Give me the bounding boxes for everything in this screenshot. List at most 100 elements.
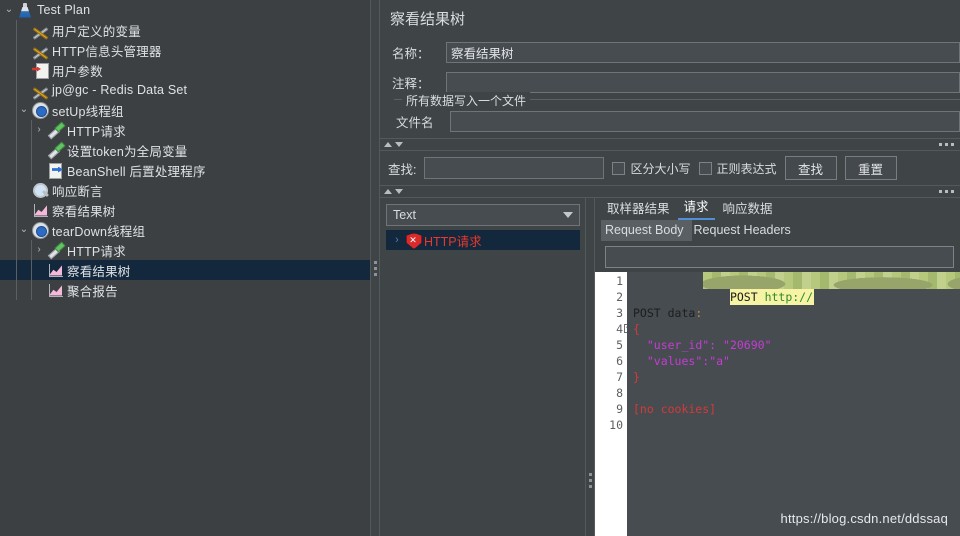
splitbar-arrows[interactable] [384,142,403,147]
json-open-brace: { [633,322,640,336]
indent-spacer [2,20,16,40]
main-tab-0[interactable]: 取样器结果 [601,196,676,220]
twisty-icon[interactable] [17,60,31,80]
twisty-icon[interactable] [32,140,46,160]
line-number-4: 4− [595,321,633,337]
comment-input[interactable] [446,71,960,93]
test-plan-tree[interactable]: ⌄ Test Plan 用户定义的变量 HTTP信息头管理器 用户参数 jp@gc - R… [0,0,370,536]
twisty-icon[interactable] [32,280,46,300]
post-data-colon: : [695,306,703,320]
twisty-icon[interactable]: ⌄ [2,0,16,20]
tree-item-12[interactable]: › HTTP请求 [0,240,370,260]
tree-item-9[interactable]: 响应断言 [0,180,370,200]
sampler-result-list[interactable]: › HTTP请求 [380,230,585,250]
page-title: 察看结果树 [390,11,466,28]
indent-spacer [2,180,16,200]
detail-main-tabs[interactable]: 取样器结果 请求 响应数据 [595,198,960,220]
chart-icon [47,262,64,279]
code-line-7: } [633,369,960,385]
twisty-icon[interactable]: ⌄ [17,100,31,120]
renderer-select[interactable]: Text [386,204,580,226]
tree-item-8[interactable]: BeanShell 后置处理程序 [0,160,370,180]
json-key-user-id: "user_id" [646,338,710,352]
twisty-icon[interactable] [32,160,46,180]
regex-checkbox[interactable]: 正则表达式 [698,160,777,177]
collapse-down-icon[interactable] [395,142,403,147]
no-cookies-text: [no cookies] [633,402,717,416]
tree-item-4[interactable]: jp@gc - Redis Data Set [0,80,370,100]
tree-item-14[interactable]: 聚合报告 [0,280,370,300]
search-input[interactable] [424,157,605,179]
expand-icon[interactable]: › [390,234,404,246]
tree-item-label: HTTP请求 [67,124,126,139]
inner-vertical-splitter[interactable] [585,198,595,536]
indent-spacer [17,160,31,180]
document-red-arrow-icon [32,62,49,79]
json-close-brace: } [633,370,640,384]
tree-item-7[interactable]: 设置token为全局变量 [0,140,370,160]
tree-item-6[interactable]: › HTTP请求 [0,120,370,140]
tree-item-5[interactable]: ⌄ setUp线程组 [0,100,370,120]
indent-spacer [17,140,31,160]
tree-item-label: 设置token为全局变量 [67,144,188,159]
twisty-icon[interactable]: › [32,240,46,260]
sub-tab-1[interactable]: Request Headers [692,220,799,241]
collapse-up-icon[interactable] [384,142,392,147]
indent-spacer [2,140,16,160]
indent-spacer [17,280,31,300]
line-number-3: 3 [616,306,623,320]
tools-icon [32,82,49,99]
tree-item-10[interactable]: 察看结果树 [0,200,370,220]
name-input[interactable] [446,41,960,63]
find-button[interactable]: 查找 [784,156,837,180]
twisty-icon[interactable] [17,80,31,100]
filename-field-row: 文件名 [394,108,960,134]
twisty-icon[interactable] [32,260,46,280]
request-body-editor[interactable]: 1 2 34−5 6 7 8 9 10 POST http:// POST data: { "… [595,272,960,536]
main-vertical-splitter[interactable] [370,0,380,536]
twisty-icon[interactable]: › [32,120,46,140]
document-blue-arrow-icon [47,162,64,179]
checkbox-box[interactable] [698,161,712,175]
redacted-url-overlay [703,272,960,289]
filename-label: 文件名 [396,115,434,130]
tree-item-2[interactable]: HTTP信息头管理器 [0,40,370,60]
splitbar-grip [939,190,954,193]
main-tab-2[interactable]: 响应数据 [717,196,779,220]
twisty-icon[interactable] [17,40,31,60]
checkbox-box[interactable] [612,161,626,175]
http-method: POST [729,290,765,304]
tree-item-3[interactable]: 用户参数 [0,60,370,80]
result-entry-0[interactable]: › HTTP请求 [386,230,580,250]
line-number-9: 9 [616,402,623,416]
tree-item-11[interactable]: ⌄ tearDown线程组 [0,220,370,240]
collapse-up-icon[interactable] [384,189,392,194]
write-all-data-group: 所有数据写入一个文件 文件名 [394,92,960,134]
body-find-input[interactable] [605,246,954,268]
sub-tab-0[interactable]: Request Body [601,220,692,241]
splitbar-upper[interactable] [380,138,960,151]
tree-item-label: 响应断言 [52,184,103,199]
twisty-icon[interactable] [17,180,31,200]
reset-button[interactable]: 重置 [844,156,897,180]
view-results-tree-panel: 察看结果树 名称： 注释： 所有数据写入一个文件 文件名 [380,0,960,536]
filename-input[interactable] [450,110,960,132]
twisty-icon[interactable] [17,200,31,220]
line-number-10: 10 [609,418,623,432]
tree-item-13[interactable]: 察看结果树 [0,260,370,280]
tree-item-label: 察看结果树 [52,204,116,219]
tree-item-0[interactable]: ⌄ Test Plan [0,0,370,20]
flask-icon [17,2,34,19]
name-field-row: 名称： [390,39,960,65]
collapse-down-icon[interactable] [395,189,403,194]
twisty-icon[interactable]: ⌄ [17,220,31,240]
case-sensitive-checkbox[interactable]: 区分大小写 [612,160,691,177]
splitbar-arrows[interactable] [384,189,403,194]
code-content[interactable]: POST http:// POST data: { "user_id": "20… [627,272,960,536]
detail-sub-tabs[interactable]: Request Body Request Headers [595,220,960,241]
tree-item-1[interactable]: 用户定义的变量 [0,20,370,40]
main-tab-1[interactable]: 请求 [677,194,715,220]
chevron-down-icon[interactable] [563,212,573,218]
twisty-icon[interactable] [17,20,31,40]
